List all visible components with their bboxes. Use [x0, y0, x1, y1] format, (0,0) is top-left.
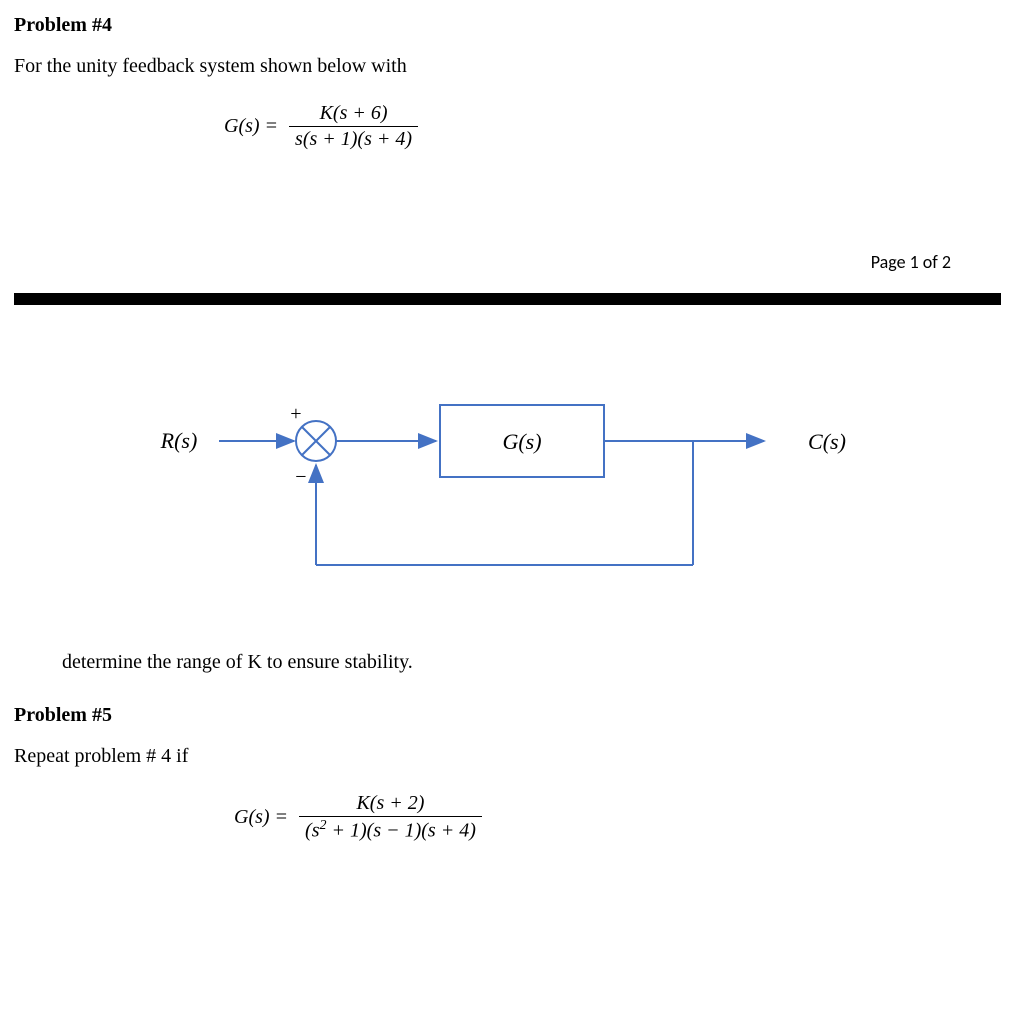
plus-label: + [289, 403, 303, 425]
problem5-title: Problem #5 [14, 704, 1001, 727]
problem5-equation: G(s) = K(s + 2) (s2 + 1)(s − 1)(s + 4) [14, 792, 1001, 843]
problem4-equation: G(s) = K(s + 6) s(s + 1)(s + 4) [14, 102, 1001, 151]
eq4-denominator: s(s + 1)(s + 4) [289, 126, 418, 151]
page-indicator: Page 1 of 2 [14, 251, 951, 273]
block-label: G(s) [502, 429, 541, 454]
problem4-task: determine the range of K to ensure stabi… [14, 651, 1001, 674]
page-break-bar [14, 293, 1001, 305]
minus-label: − [294, 466, 308, 488]
eq5-denominator: (s2 + 1)(s − 1)(s + 4) [299, 816, 482, 843]
problem4-title: Problem #4 [14, 14, 1001, 37]
eq5-fraction: K(s + 2) (s2 + 1)(s − 1)(s + 4) [299, 792, 482, 843]
block-diagram: R(s) + − G(s) C(s) [14, 395, 1001, 611]
eq4-numerator: K(s + 6) [289, 102, 418, 126]
input-label: R(s) [160, 428, 198, 453]
eq5-numerator: K(s + 2) [299, 792, 482, 816]
eq5-lhs: G(s) = [234, 806, 288, 829]
eq4-lhs: G(s) = [224, 115, 278, 138]
output-label: C(s) [808, 429, 846, 454]
problem4-intro: For the unity feedback system shown belo… [14, 55, 1001, 78]
eq4-fraction: K(s + 6) s(s + 1)(s + 4) [289, 102, 418, 151]
problem5-intro: Repeat problem # 4 if [14, 745, 1001, 768]
